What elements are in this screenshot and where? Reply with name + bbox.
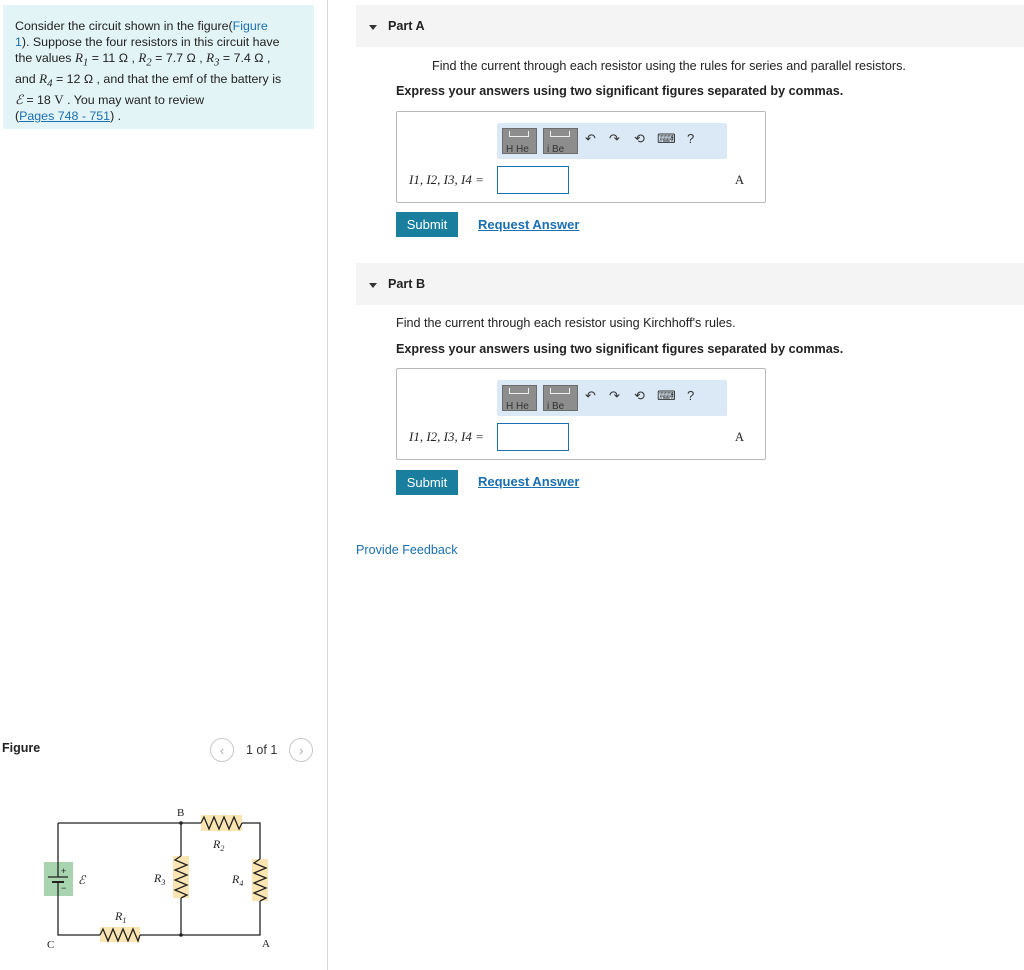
figure-link[interactable]: Figure: [233, 19, 268, 33]
keyboard-icon[interactable]: ⌨: [657, 131, 676, 147]
part-a-unit: A: [735, 173, 745, 187]
redo-icon[interactable]: ↷: [609, 131, 620, 147]
node-b-dot: [179, 821, 183, 825]
part-b-unit: A: [735, 430, 745, 444]
chevron-right-icon[interactable]: ›: [289, 738, 314, 762]
caret-down-icon: [369, 24, 377, 30]
r4-label: R4: [231, 872, 243, 888]
emf-unit: V: [54, 92, 64, 107]
reset-icon[interactable]: ⟲: [634, 131, 645, 147]
part-b-answer-label: I1, I2, I3, I4 =: [409, 429, 484, 444]
resistor-r1: [99, 927, 141, 943]
emf-symbol: ℰ: [15, 92, 23, 107]
r1-label: R1: [114, 909, 126, 925]
part-b-header[interactable]: Part B: [356, 263, 1024, 305]
node-b-label: B: [177, 807, 184, 819]
symbols-button[interactable]: i Be: [543, 128, 578, 155]
keyboard-icon[interactable]: ⌨: [657, 388, 676, 404]
chevron-left-icon[interactable]: ‹: [210, 738, 234, 762]
circuit-diagram: + − ℰ R2 R3 R4 R1 B C A: [44, 807, 270, 951]
r2-symbol: R2: [138, 50, 152, 69]
redo-icon[interactable]: ↷: [609, 388, 620, 404]
figure-pager: ‹ 1 of 1 ›: [210, 738, 314, 762]
part-a-answer-box: H He i Be ↶ ↷ ⟲ ⌨ ? I1, I2, I3, I4 = A: [396, 111, 766, 203]
reset-icon[interactable]: ⟲: [634, 388, 645, 404]
part-b-math-toolbar: H He i Be ↶ ↷ ⟲ ⌨ ?: [497, 380, 727, 416]
r2-label: R2: [212, 837, 224, 853]
part-b-request-answer-link[interactable]: Request Answer: [478, 474, 579, 489]
r4-symbol: R4: [39, 71, 53, 90]
provide-feedback-link[interactable]: Provide Feedback: [356, 543, 458, 557]
part-a-express: Express your answers using two significa…: [396, 84, 844, 98]
figure-heading: Figure: [2, 741, 41, 755]
part-a-math-toolbar: H He i Be ↶ ↷ ⟲ ⌨ ?: [497, 123, 727, 159]
symbols-button[interactable]: i Be: [543, 385, 578, 412]
part-b-answer-input[interactable]: [497, 423, 569, 451]
r1-symbol: R1: [74, 50, 89, 69]
part-a-instruction: Find the current through each resistor u…: [432, 59, 906, 73]
resistor-r3: [173, 855, 189, 899]
part-a-header[interactable]: Part A: [356, 5, 1024, 47]
help-icon[interactable]: ?: [687, 131, 694, 146]
templates-button[interactable]: H He: [502, 128, 537, 155]
templates-button[interactable]: H He: [502, 385, 537, 412]
left-column: Consider the circuit shown in the figure…: [0, 0, 327, 970]
column-divider: [327, 0, 328, 970]
part-b-title: Part B: [388, 277, 426, 291]
help-icon[interactable]: ?: [687, 388, 694, 403]
part-b-express: Express your answers using two significa…: [396, 342, 844, 356]
problem-statement: Consider the circuit shown in the figure…: [3, 5, 314, 129]
battery-minus-label: −: [61, 883, 66, 893]
battery-plus-label: +: [61, 866, 66, 876]
pages-link[interactable]: Pages 748 - 751: [19, 109, 110, 123]
part-a-request-answer-link[interactable]: Request Answer: [478, 217, 579, 232]
r3-label: R3: [153, 871, 165, 887]
figure-link-number[interactable]: 1: [15, 35, 22, 49]
node-bottom-dot: [179, 933, 183, 937]
undo-icon[interactable]: ↶: [585, 388, 596, 404]
resistor-r4: [252, 858, 268, 902]
node-a-label: A: [262, 938, 270, 950]
battery: + −: [44, 862, 73, 896]
emf-label: ℰ: [78, 873, 87, 887]
part-b-submit-button[interactable]: Submit: [396, 470, 458, 495]
caret-down-icon: [369, 282, 377, 288]
part-a-title: Part A: [388, 19, 425, 33]
figure-page-count: 1 of 1: [246, 743, 278, 757]
part-b-answer-box: H He i Be ↶ ↷ ⟲ ⌨ ? I1, I2, I3, I4 = A: [396, 368, 766, 460]
part-b-instruction: Find the current through each resistor u…: [396, 316, 736, 330]
part-a-answer-label: I1, I2, I3, I4 =: [409, 172, 484, 187]
resistor-r2: [200, 815, 243, 831]
node-c-label: C: [47, 939, 54, 951]
r3-symbol: R3: [206, 50, 220, 69]
part-a-submit-button[interactable]: Submit: [396, 212, 458, 237]
undo-icon[interactable]: ↶: [585, 131, 596, 147]
part-a-answer-input[interactable]: [497, 166, 569, 194]
